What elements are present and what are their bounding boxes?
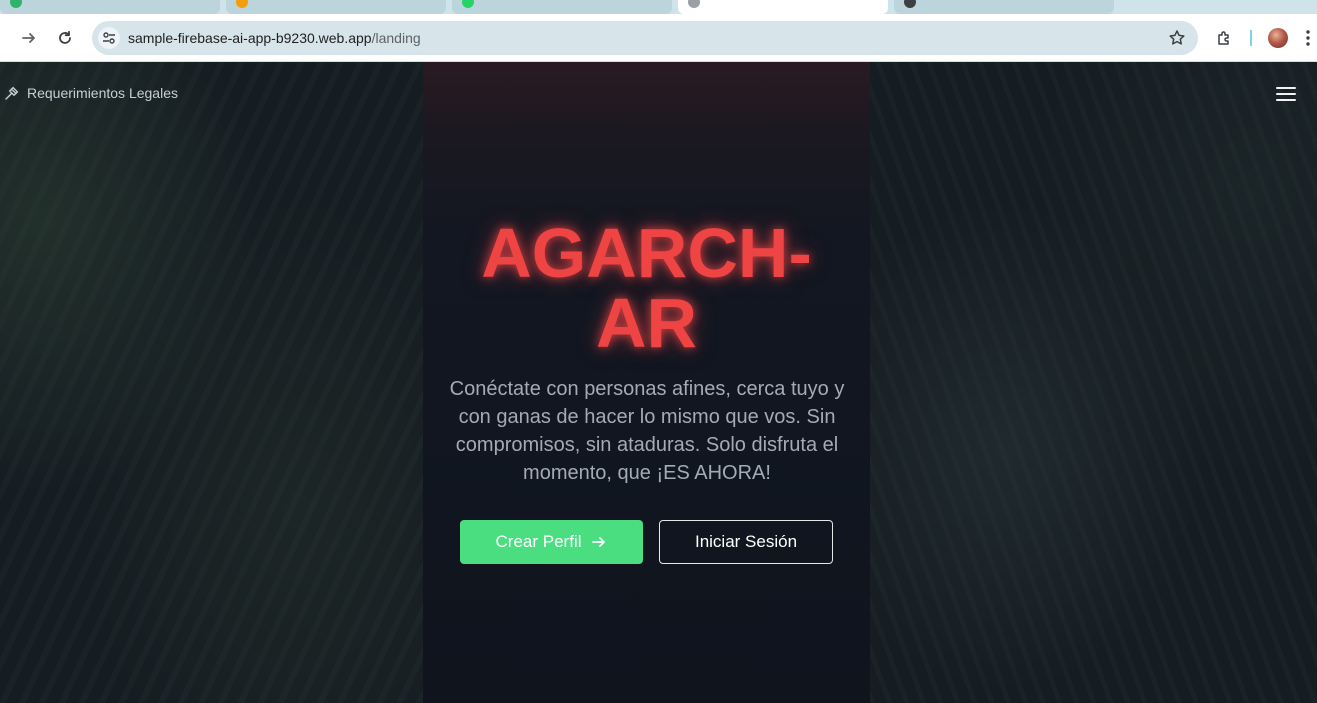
reload-button[interactable]	[51, 24, 79, 52]
browser-menu-button[interactable]	[1298, 24, 1317, 52]
create-profile-button[interactable]: Crear Perfil	[460, 520, 643, 564]
browser-tab-strip	[0, 0, 1317, 14]
profile-avatar[interactable]	[1268, 28, 1288, 48]
bookmark-star-icon[interactable]	[1168, 29, 1186, 47]
forward-button[interactable]	[15, 24, 43, 52]
browser-tab[interactable]	[0, 0, 220, 14]
hero-title-line-1: AGARCH-	[481, 214, 812, 292]
login-button[interactable]: Iniciar Sesión	[659, 520, 833, 564]
reload-icon	[59, 30, 71, 44]
landing-page: Requerimientos Legales AGARCH- AR Conéct…	[0, 62, 1317, 703]
url-path: /landing	[371, 30, 421, 46]
login-label: Iniciar Sesión	[694, 532, 798, 551]
legal-requirements-label: Requerimientos Legales	[27, 85, 178, 101]
tab-favicon-icon	[10, 0, 22, 8]
tab-favicon-icon	[688, 0, 700, 8]
hero-tagline: Conéctate con personas afines, cerca tuy…	[449, 378, 845, 484]
background-image-right	[870, 62, 1317, 703]
browser-tab[interactable]	[894, 0, 1114, 14]
extensions-button[interactable]	[1211, 24, 1239, 52]
browser-tab[interactable]	[452, 0, 672, 14]
address-bar[interactable]: sample-firebase-ai-app-b9230.web.app/lan…	[92, 21, 1198, 55]
toolbar-separator	[1250, 30, 1252, 46]
tab-favicon-icon	[462, 0, 474, 8]
puzzle-icon	[1218, 31, 1229, 45]
url-host: sample-firebase-ai-app-b9230.web.app	[128, 30, 372, 46]
hero-title: AGARCH- AR	[423, 218, 870, 358]
tab-favicon-icon	[904, 0, 916, 8]
background-image-left	[0, 62, 423, 703]
url-text[interactable]: sample-firebase-ai-app-b9230.web.app/lan…	[128, 30, 421, 46]
browser-toolbar: sample-firebase-ai-app-b9230.web.app/lan…	[0, 14, 1317, 62]
site-settings-icon[interactable]	[98, 27, 120, 49]
hamburger-menu-icon[interactable]	[1276, 86, 1296, 102]
arrow-right-icon	[22, 33, 35, 43]
create-profile-label: Crear Perfil	[495, 532, 582, 551]
hero-title-line-2: AR	[595, 284, 698, 362]
browser-tab-active[interactable]	[678, 0, 888, 14]
arrow-right-icon	[592, 537, 606, 547]
kebab-menu-icon	[1306, 30, 1310, 46]
gavel-icon	[5, 86, 19, 100]
tab-favicon-icon	[236, 0, 248, 8]
legal-requirements-link[interactable]: Requerimientos Legales	[4, 85, 178, 101]
browser-tab[interactable]	[226, 0, 446, 14]
